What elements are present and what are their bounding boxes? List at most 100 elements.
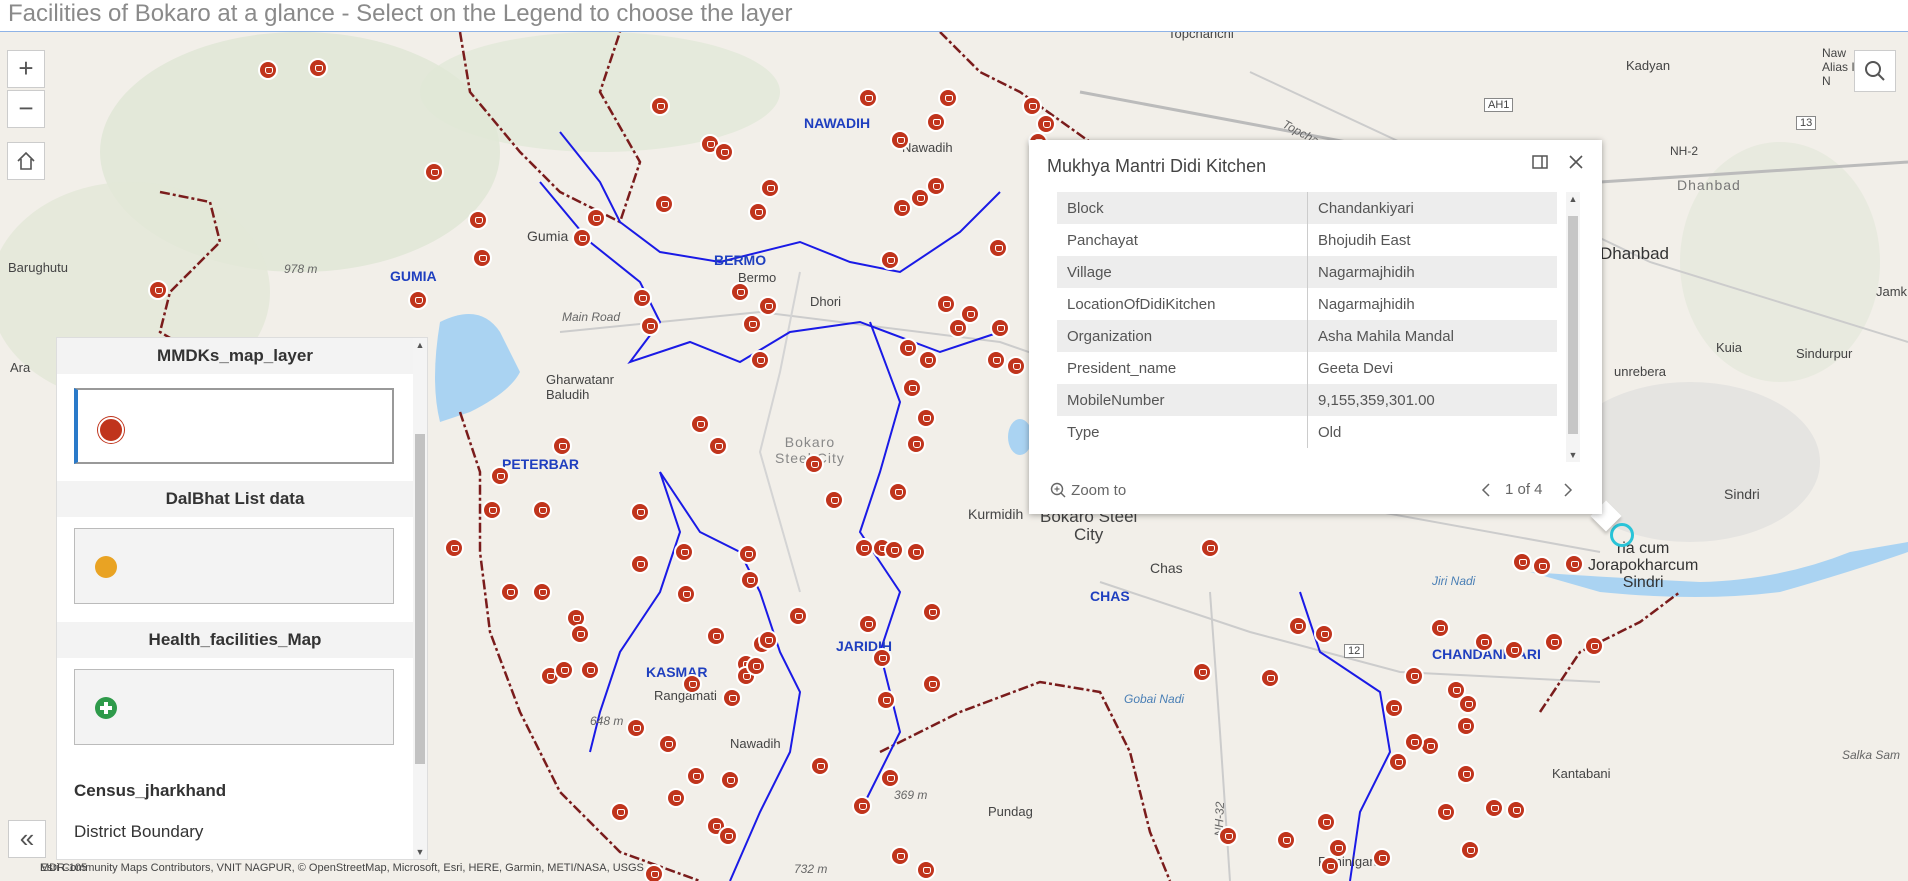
kitchen-marker-icon[interactable] [640,316,660,336]
kitchen-marker-icon[interactable] [804,454,824,474]
kitchen-marker-icon[interactable] [1288,616,1308,636]
kitchen-marker-icon[interactable] [258,60,278,80]
kitchen-marker-icon[interactable] [1372,848,1392,868]
collapse-legend-button[interactable]: « [8,820,46,858]
kitchen-marker-icon[interactable] [1456,716,1476,736]
kitchen-marker-icon[interactable] [570,624,590,644]
scroll-down-icon[interactable]: ▼ [1568,450,1578,460]
kitchen-marker-icon[interactable] [424,162,444,182]
kitchen-marker-icon[interactable] [720,770,740,790]
kitchen-marker-icon[interactable] [1484,798,1504,818]
kitchen-marker-icon[interactable] [532,582,552,602]
kitchen-marker-icon[interactable] [1036,114,1056,134]
kitchen-marker-icon[interactable] [1460,840,1480,860]
kitchen-marker-icon[interactable] [1564,554,1584,574]
kitchen-marker-icon[interactable] [810,756,830,776]
kitchen-marker-icon[interactable] [580,660,600,680]
kitchen-marker-icon[interactable] [1316,812,1336,832]
legend-scroll-thumb[interactable] [415,434,425,764]
kitchen-marker-icon[interactable] [1022,96,1042,116]
kitchen-marker-icon[interactable] [916,860,936,880]
legend-item-dalbhat[interactable] [74,528,394,604]
kitchen-marker-icon[interactable] [690,414,710,434]
kitchen-marker-icon[interactable] [1388,752,1408,772]
kitchen-marker-icon[interactable] [644,864,664,881]
kitchen-marker-icon[interactable] [630,554,650,574]
kitchen-marker-icon[interactable] [682,674,702,694]
kitchen-marker-icon[interactable] [922,674,942,694]
kitchen-marker-icon[interactable] [1276,830,1296,850]
kitchen-marker-icon[interactable] [626,718,646,738]
kitchen-marker-icon[interactable] [1404,666,1424,686]
kitchen-marker-icon[interactable] [740,570,760,590]
scroll-up-icon[interactable]: ▲ [415,340,425,350]
kitchen-marker-icon[interactable] [788,606,808,626]
kitchen-marker-icon[interactable] [708,436,728,456]
popup-scroll-thumb[interactable] [1568,216,1578,434]
kitchen-marker-icon[interactable] [722,688,742,708]
kitchen-marker-icon[interactable] [554,660,574,680]
kitchen-marker-icon[interactable] [1314,624,1334,644]
kitchen-marker-icon[interactable] [1584,636,1604,656]
close-button[interactable] [1563,152,1589,178]
kitchen-marker-icon[interactable] [706,626,726,646]
kitchen-marker-icon[interactable] [1384,698,1404,718]
kitchen-marker-icon[interactable] [532,500,552,520]
kitchen-marker-icon[interactable] [938,88,958,108]
kitchen-marker-icon[interactable] [748,202,768,222]
kitchen-marker-icon[interactable] [758,296,778,316]
kitchen-marker-icon[interactable] [990,318,1010,338]
kitchen-marker-icon[interactable] [888,482,908,502]
legend-item-mmdk[interactable] [74,388,394,464]
kitchen-marker-icon[interactable] [858,88,878,108]
kitchen-marker-icon[interactable] [500,582,520,602]
kitchen-marker-icon[interactable] [1544,632,1564,652]
next-feature-button[interactable] [1561,481,1575,503]
feature-popup[interactable]: Mukhya Mantri Didi Kitchen Block Chandank… [1029,140,1602,514]
home-button[interactable] [7,142,45,180]
kitchen-marker-icon[interactable] [918,350,938,370]
kitchen-marker-icon[interactable] [1532,556,1552,576]
kitchen-marker-icon[interactable] [926,112,946,132]
kitchen-marker-icon[interactable] [746,656,766,676]
kitchen-marker-icon[interactable] [490,466,510,486]
legend-scrollbar[interactable]: ▲ ▼ [413,338,427,859]
kitchen-marker-icon[interactable] [742,314,762,334]
kitchen-marker-icon[interactable] [1474,632,1494,652]
kitchen-marker-icon[interactable] [902,378,922,398]
kitchen-marker-icon[interactable] [854,538,874,558]
kitchen-marker-icon[interactable] [1006,356,1026,376]
kitchen-marker-icon[interactable] [714,142,734,162]
zoom-in-button[interactable]: + [7,50,45,88]
zoom-to-button[interactable]: Zoom to [1049,481,1126,499]
kitchen-marker-icon[interactable] [852,796,872,816]
previous-feature-button[interactable] [1479,481,1493,503]
kitchen-marker-icon[interactable] [892,198,912,218]
kitchen-marker-icon[interactable] [472,248,492,268]
kitchen-marker-icon[interactable] [468,210,488,230]
kitchen-marker-icon[interactable] [890,130,910,150]
kitchen-marker-icon[interactable] [444,538,464,558]
kitchen-marker-icon[interactable] [1328,838,1348,858]
kitchen-marker-icon[interactable] [986,350,1006,370]
kitchen-marker-icon[interactable] [1506,800,1526,820]
kitchen-marker-icon[interactable] [988,238,1008,258]
legend-item-health[interactable] [74,669,394,745]
kitchen-marker-icon[interactable] [758,630,778,650]
kitchen-marker-icon[interactable] [730,282,750,302]
kitchen-marker-icon[interactable] [936,294,956,314]
kitchen-marker-icon[interactable] [586,208,606,228]
kitchen-marker-icon[interactable] [572,228,592,248]
kitchen-marker-icon[interactable] [1436,802,1456,822]
kitchen-marker-icon[interactable] [760,178,780,198]
kitchen-marker-icon[interactable] [1430,618,1450,638]
kitchen-marker-icon[interactable] [880,768,900,788]
kitchen-marker-icon[interactable] [650,96,670,116]
kitchen-marker-icon[interactable] [610,802,630,822]
kitchen-marker-icon[interactable] [666,788,686,808]
kitchen-marker-icon[interactable] [884,540,904,560]
kitchen-marker-icon[interactable] [906,434,926,454]
kitchen-marker-icon[interactable] [654,194,674,214]
kitchen-marker-icon[interactable] [658,734,678,754]
kitchen-marker-icon[interactable] [876,690,896,710]
